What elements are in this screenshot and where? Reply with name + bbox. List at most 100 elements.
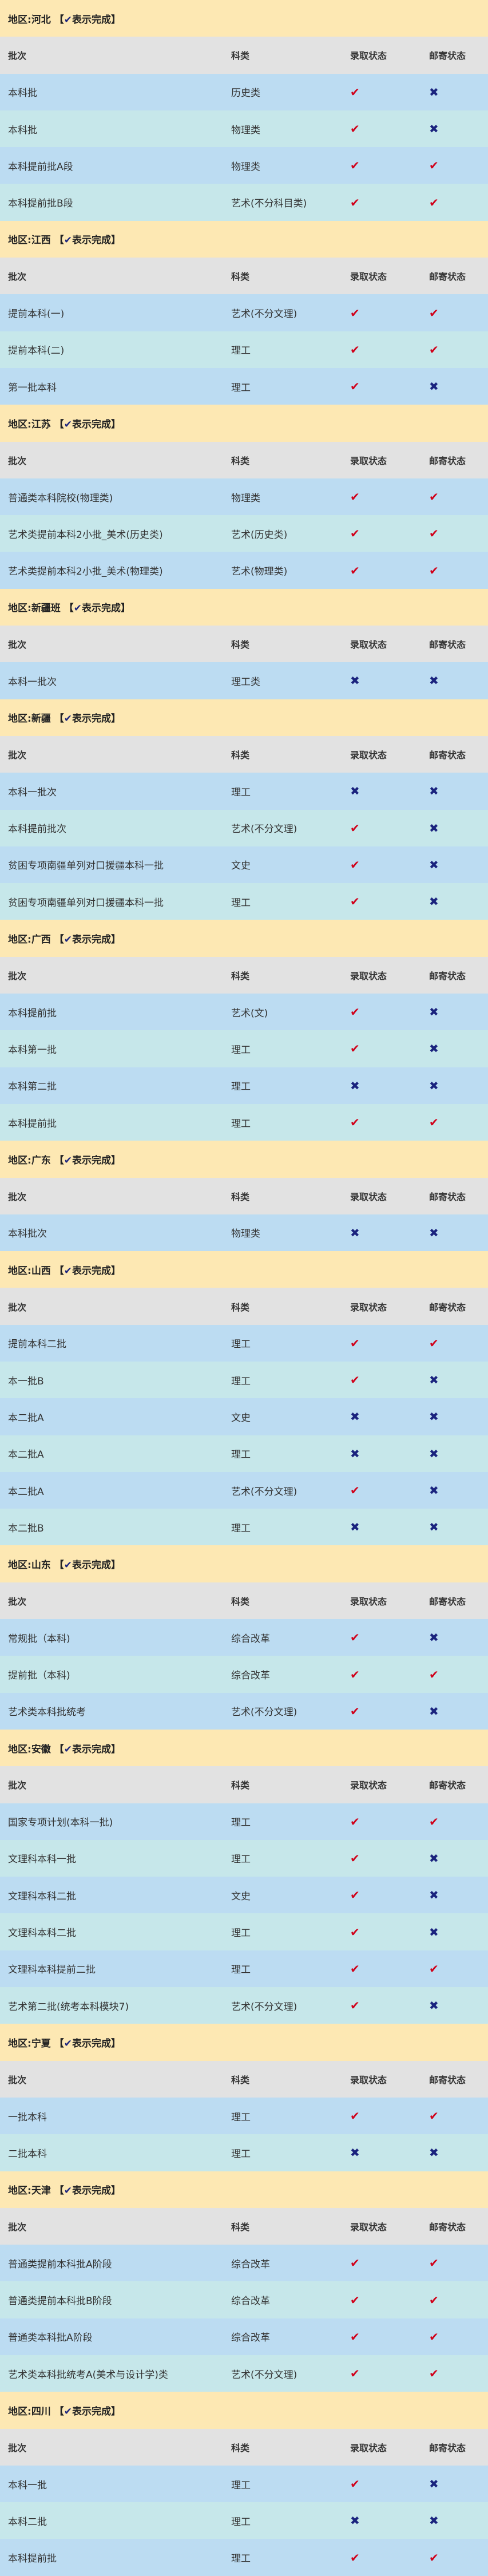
table-row[interactable]: 普通类本科院校(物理类) 物理类 ✔ ✔ <box>0 478 488 516</box>
col-mail: 邮寄状态 <box>429 970 466 982</box>
table-row[interactable]: 本科提前批次 艺术(不分文理) ✔ ✖ <box>0 809 488 846</box>
mail-cross-icon: ✖ <box>429 784 439 798</box>
table-row[interactable]: 本科一批次 理工 ✖ ✖ <box>0 773 488 810</box>
table-header: 批次 科类 录取状态 邮寄状态 <box>0 956 488 994</box>
mail-cross-icon: ✖ <box>429 122 439 136</box>
table-header: 批次 科类 录取状态 邮寄状态 <box>0 441 488 478</box>
admission-check-icon: ✔ <box>350 1115 360 1130</box>
batch-cell: 提前本科二批 <box>8 1339 66 1351</box>
table-row[interactable]: 本科第二批 理工 ✖ ✖ <box>0 1067 488 1104</box>
region-title: 地区: 山东 【✔表示完成】 <box>8 1545 121 1582</box>
table-row[interactable]: 本科提前批B段 艺术(不分科目类) ✔ ✔ <box>0 184 488 221</box>
table-row[interactable]: 本二批A 文史 ✖ ✖ <box>0 1398 488 1435</box>
table-row[interactable]: 普通类提前本科批B阶段 综合改革 ✔ ✔ <box>0 2281 488 2318</box>
table-row[interactable]: 文理科本科二批 文史 ✔ ✖ <box>0 1877 488 1914</box>
table-row[interactable]: 国家专项计划(本科一批) 理工 ✔ ✔ <box>0 1803 488 1840</box>
subject-cell: 物理类 <box>231 124 260 136</box>
region-header: 地区: 宁夏 【✔表示完成】 <box>0 2024 488 2061</box>
admission-check-icon: ✔ <box>350 2293 360 2307</box>
col-admission: 录取状态 <box>350 750 387 761</box>
table-row[interactable]: 本科提前批 艺术(文) ✔ ✖ <box>0 994 488 1031</box>
table-row[interactable]: 艺术类提前本科2小批_美术(物理类) 艺术(物理类) ✔ ✔ <box>0 552 488 589</box>
table-row[interactable]: 贫困专项南疆单列对口援疆本科一批 文史 ✔ ✖ <box>0 846 488 884</box>
table-row[interactable]: 本科批次 物理类 ✖ ✖ <box>0 1214 488 1252</box>
table-row[interactable]: 文理科本科提前二批 理工 ✔ ✔ <box>0 1950 488 1988</box>
table-row[interactable]: 本科提前批 理工 ✔ ✔ <box>0 2539 488 2576</box>
mail-check-icon: ✔ <box>429 159 439 173</box>
table-row[interactable]: 第一批本科 理工 ✔ ✖ <box>0 367 488 405</box>
batch-cell: 本科提前批A段 <box>8 161 73 173</box>
table-row[interactable]: 本科提前批 理工 ✔ ✔ <box>0 1103 488 1141</box>
mail-status: ✔ <box>429 2281 439 2318</box>
table-header: 批次 科类 录取状态 邮寄状态 <box>0 2060 488 2098</box>
table-row[interactable]: 本科批 历史类 ✔ ✖ <box>0 73 488 110</box>
table-row[interactable]: 艺术类提前本科2小批_美术(历史类) 艺术(历史类) ✔ ✔ <box>0 515 488 552</box>
table-row[interactable]: 本科二批 理工 ✖ ✖ <box>0 2502 488 2539</box>
table-row[interactable]: 本科提前批A段 物理类 ✔ ✔ <box>0 147 488 184</box>
table-row[interactable]: 艺术第二批(统考本科模块7) 艺术(不分文理) ✔ ✖ <box>0 1987 488 2024</box>
mail-cross-icon: ✖ <box>429 1483 439 1498</box>
table-row[interactable]: 文理科本科一批 理工 ✔ ✖ <box>0 1839 488 1877</box>
col-batch: 批次 <box>8 271 27 283</box>
col-admission: 录取状态 <box>350 271 387 283</box>
table-row[interactable]: 提前本科二批 理工 ✔ ✔ <box>0 1324 488 1362</box>
batch-cell: 本科提前批 <box>8 1007 57 1019</box>
legend-check-icon: ✔ <box>64 1743 72 1755</box>
batch-cell: 本科一批 <box>8 2479 47 2491</box>
region-name: 四川 <box>31 2405 51 2417</box>
table-row[interactable]: 常规批（本科) 综合改革 ✔ ✖ <box>0 1619 488 1656</box>
admission-status: ✔ <box>350 1913 360 1950</box>
region-prefix: 地区: <box>8 2037 31 2049</box>
mail-status: ✖ <box>429 810 439 846</box>
col-batch: 批次 <box>8 1596 27 1607</box>
batch-cell: 艺术第二批(统考本科模块7) <box>8 2001 129 2013</box>
admission-status: ✔ <box>350 2318 360 2355</box>
legend-check-icon: ✔ <box>64 2037 72 2049</box>
table-row[interactable]: 本科一批 理工 ✔ ✖ <box>0 2465 488 2503</box>
table-row[interactable]: 提前批（本科) 综合改革 ✔ ✔ <box>0 1656 488 1693</box>
table-row[interactable]: 提前本科(二) 理工 ✔ ✔ <box>0 331 488 368</box>
table-row[interactable]: 本二批A 艺术(不分文理) ✔ ✖ <box>0 1471 488 1509</box>
admission-check-icon: ✔ <box>350 1814 360 1829</box>
mail-cross-icon: ✖ <box>429 1631 439 1645</box>
table-row[interactable]: 本科第一批 理工 ✔ ✖ <box>0 1030 488 1067</box>
table-row[interactable]: 文理科本科二批 理工 ✔ ✖ <box>0 1913 488 1950</box>
admission-cross-icon: ✖ <box>350 2514 360 2528</box>
table-row[interactable]: 本一批B 理工 ✔ ✖ <box>0 1361 488 1399</box>
subject-cell: 艺术(不分文理) <box>231 1486 297 1498</box>
table-row[interactable]: 普通类提前本科批A阶段 综合改革 ✔ ✔ <box>0 2245 488 2282</box>
admission-check-icon: ✔ <box>350 821 360 835</box>
table-row[interactable]: 艺术类本科批统考A(美术与设计学)类 艺术(不分文理) ✔ ✔ <box>0 2355 488 2392</box>
region-header: 地区: 广东 【✔表示完成】 <box>0 1141 488 1178</box>
subject-cell: 理工 <box>231 2516 251 2528</box>
table-row[interactable]: 本二批A 理工 ✖ ✖ <box>0 1435 488 1472</box>
table-row[interactable]: 艺术类本科批统考 艺术(不分文理) ✔ ✖ <box>0 1692 488 1730</box>
subject-cell: 文史 <box>231 1890 251 1902</box>
subject-cell: 理工 <box>231 1339 251 1351</box>
table-row[interactable]: 一批本科 理工 ✔ ✔ <box>0 2097 488 2135</box>
mail-status: ✔ <box>429 515 439 552</box>
batch-cell: 二批本科 <box>8 2148 47 2160</box>
mail-check-icon: ✔ <box>429 2550 439 2565</box>
col-batch: 批次 <box>8 639 27 651</box>
col-batch: 批次 <box>8 50 27 62</box>
mail-status: ✔ <box>429 2098 439 2134</box>
mail-check-icon: ✔ <box>429 563 439 577</box>
table-row[interactable]: 本科一批次 理工类 ✖ ✖ <box>0 662 488 699</box>
table-row[interactable]: 提前本科(一) 艺术(不分文理) ✔ ✔ <box>0 294 488 331</box>
table-row[interactable]: 本二批B 理工 ✖ ✖ <box>0 1509 488 1546</box>
col-admission: 录取状态 <box>350 2442 387 2454</box>
table-row[interactable]: 普通类本科批A阶段 综合改革 ✔ ✔ <box>0 2318 488 2355</box>
subject-cell: 艺术(不分文理) <box>231 824 297 836</box>
legend-note: 【✔表示完成】 <box>54 418 121 430</box>
subject-cell: 艺术(历史类) <box>231 529 288 541</box>
mail-status: ✔ <box>429 2355 439 2392</box>
table-row[interactable]: 贫困专项南疆单列对口援疆本科一批 理工 ✔ ✖ <box>0 883 488 920</box>
region-header: 地区: 广西 【✔表示完成】 <box>0 920 488 957</box>
admission-check-icon: ✔ <box>350 490 360 504</box>
region-header: 地区: 四川 【✔表示完成】 <box>0 2392 488 2429</box>
admission-check-icon: ✔ <box>350 122 360 136</box>
table-row[interactable]: 二批本科 理工 ✖ ✖ <box>0 2134 488 2171</box>
table-row[interactable]: 本科批 物理类 ✔ ✖ <box>0 110 488 148</box>
table-header: 批次 科类 录取状态 邮寄状态 <box>0 626 488 663</box>
